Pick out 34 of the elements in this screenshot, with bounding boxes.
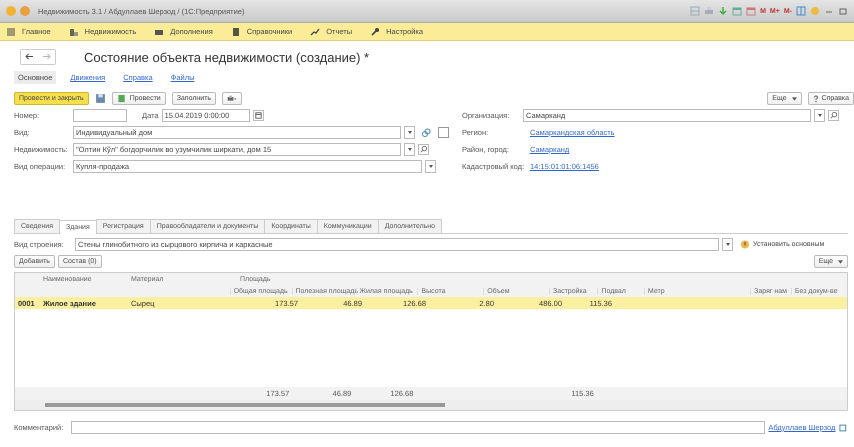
window-icon[interactable] xyxy=(796,6,806,16)
book-icon xyxy=(230,26,241,36)
help-icon xyxy=(812,94,819,102)
checkbox[interactable] xyxy=(438,127,449,138)
chart-line-icon xyxy=(310,26,320,36)
link-icon[interactable] xyxy=(421,128,431,138)
search-icon[interactable] xyxy=(418,144,429,155)
arrow-left-icon xyxy=(25,53,34,60)
warning-icon xyxy=(740,240,750,249)
dropdown-button[interactable] xyxy=(722,238,733,251)
calendar-icon[interactable] xyxy=(252,110,264,121)
print-button[interactable] xyxy=(222,92,242,105)
arrow-right-icon xyxy=(42,53,51,60)
printer-icon xyxy=(227,94,238,103)
menu-icon xyxy=(6,26,16,36)
arrow-down-icon[interactable] xyxy=(718,6,728,16)
dropdown-button[interactable] xyxy=(404,126,415,139)
restore-icon[interactable] xyxy=(838,6,848,16)
dropdown-button[interactable] xyxy=(425,160,436,173)
save-icon[interactable] xyxy=(94,93,106,104)
app-logo-icon xyxy=(6,6,16,16)
document-title: Состояние объекта недвижимости (создание) * xyxy=(84,50,370,64)
comment-field[interactable] xyxy=(70,421,766,434)
caret-icon xyxy=(792,96,797,100)
dropdown-button[interactable] xyxy=(814,109,825,122)
horizontal-scrollbar[interactable] xyxy=(15,400,847,410)
caret-icon xyxy=(838,260,843,264)
square-icon[interactable] xyxy=(838,422,848,432)
dropdown-button[interactable] xyxy=(404,143,415,156)
document-icon xyxy=(116,94,127,103)
number-field[interactable] xyxy=(73,109,127,122)
building-icon xyxy=(68,26,79,36)
search-icon[interactable] xyxy=(828,110,839,121)
wrench-icon xyxy=(370,26,380,36)
